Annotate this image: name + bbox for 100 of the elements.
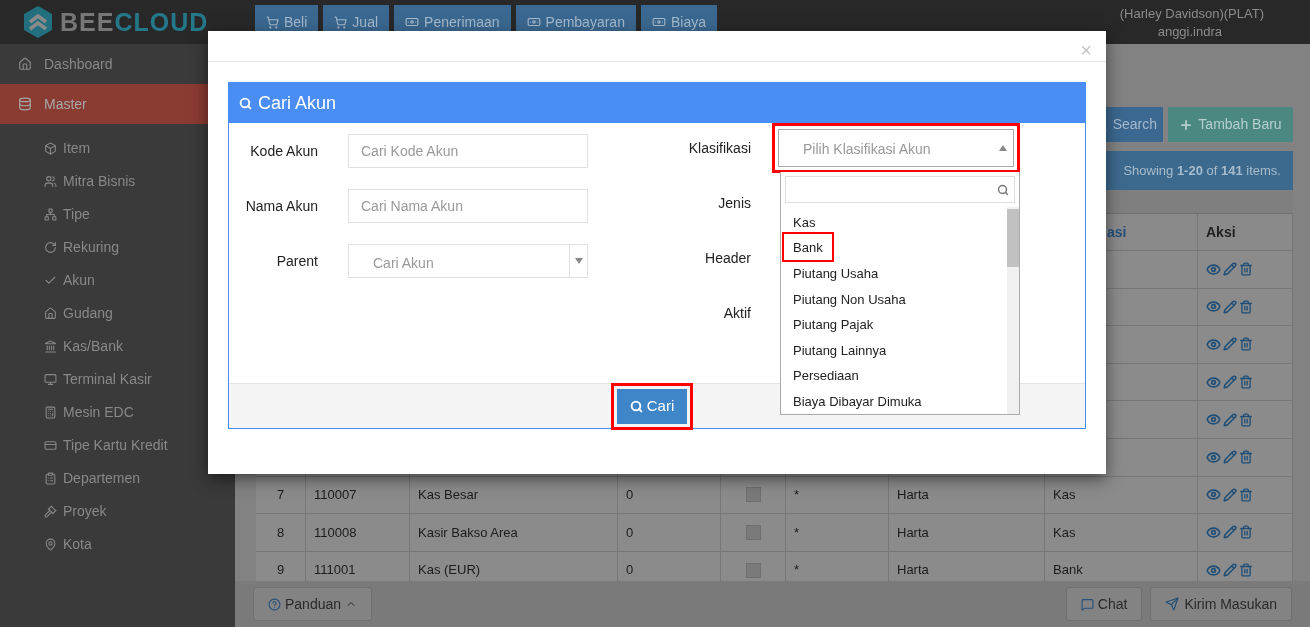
- dropdown-option[interactable]: Biaya Dibayar Dimuka: [793, 393, 922, 409]
- add-button[interactable]: Tambah Baru: [1168, 107, 1293, 142]
- table-cell-text: *: [794, 523, 800, 542]
- edit-icon[interactable]: [1223, 487, 1237, 502]
- search-icon: [629, 399, 643, 413]
- search-submit-button[interactable]: Cari: [617, 388, 687, 424]
- view-icon[interactable]: [1206, 299, 1221, 315]
- feedback-button[interactable]: Kirim Masukan: [1150, 587, 1292, 621]
- search-icon: [997, 183, 1009, 196]
- scrollbar[interactable]: [1007, 207, 1019, 414]
- logo-wordmark: BEECLOUD: [60, 9, 209, 35]
- sidebar-subitem[interactable]: Tipe Kartu Kredit: [0, 429, 235, 462]
- credit-card-icon: [44, 439, 57, 452]
- delete-icon[interactable]: [1239, 262, 1253, 277]
- sidebar-subitem[interactable]: Mitra Bisnis: [0, 165, 235, 198]
- dropdown-option[interactable]: Piutang Lainnya: [793, 342, 887, 358]
- sidebar-subitem[interactable]: Proyek: [0, 495, 235, 528]
- sidebar-subitem[interactable]: Item: [0, 132, 235, 165]
- sidebar-subitem[interactable]: Rekuring: [0, 231, 235, 264]
- edit-icon[interactable]: [1223, 525, 1237, 540]
- select-field[interactable]: Cari Akun: [348, 244, 588, 278]
- sidebar-subitem[interactable]: Kota: [0, 528, 235, 561]
- edit-icon[interactable]: [1223, 563, 1237, 578]
- sidebar-subitem[interactable]: Departemen: [0, 462, 235, 495]
- dropdown-option[interactable]: Piutang Usaha: [793, 266, 879, 281]
- home-icon: [18, 57, 32, 71]
- user-name: anggi.indra: [1157, 23, 1223, 41]
- cube-icon: [44, 142, 57, 155]
- cart-icon: [266, 15, 279, 29]
- view-icon[interactable]: [1206, 487, 1221, 503]
- panel-title: Cari Akun: [258, 91, 337, 115]
- company-name: (Harley Davidson)(PLAT): [1119, 5, 1264, 23]
- monitor-icon: [44, 373, 57, 386]
- dropdown-option[interactable]: Piutang Pajak: [793, 317, 874, 333]
- close-button[interactable]: ×: [1080, 40, 1092, 60]
- delete-icon[interactable]: [1239, 525, 1253, 540]
- text-field[interactable]: Cari Nama Akun: [348, 189, 588, 223]
- delete-icon[interactable]: [1239, 412, 1253, 427]
- delete-icon[interactable]: [1239, 487, 1253, 502]
- checkbox[interactable]: [745, 487, 761, 503]
- dropdown-option[interactable]: Piutang Non Usaha: [793, 291, 906, 307]
- plus-icon: [1179, 117, 1194, 132]
- cart-icon: [334, 15, 348, 29]
- edit-icon[interactable]: [1223, 412, 1237, 427]
- checkbox[interactable]: [745, 524, 761, 540]
- guide-button[interactable]: Panduan: [253, 587, 373, 621]
- dropdown-option[interactable]: Kas: [793, 214, 816, 230]
- search-icon: [239, 96, 252, 110]
- view-icon[interactable]: [1206, 374, 1221, 390]
- delete-icon[interactable]: [1239, 450, 1253, 465]
- checkbox[interactable]: [745, 562, 761, 578]
- refresh-icon: [44, 241, 57, 254]
- view-icon[interactable]: [1206, 337, 1221, 352]
- view-icon[interactable]: [1206, 524, 1221, 540]
- edit-icon[interactable]: [1223, 337, 1237, 352]
- table-cell-text: 9: [276, 561, 285, 580]
- table-cell-text: 0: [626, 486, 634, 505]
- sidebar-subitem[interactable]: Tipe: [0, 198, 235, 231]
- calculator-icon: [44, 406, 57, 419]
- clipboard-icon: [44, 472, 57, 485]
- dropdown-search-field[interactable]: [785, 176, 1015, 203]
- edit-icon[interactable]: [1223, 299, 1237, 314]
- field-label: Kode Akun: [249, 141, 318, 161]
- money-icon: [526, 15, 541, 29]
- hierarchy-icon: [44, 208, 57, 221]
- logo-icon: [22, 5, 54, 39]
- dropdown-option[interactable]: Persediaan: [793, 368, 859, 384]
- delete-icon[interactable]: [1239, 563, 1253, 578]
- table-cell-text: 7: [276, 486, 285, 505]
- text-field[interactable]: Cari Kode Akun: [348, 134, 588, 168]
- view-icon[interactable]: [1206, 562, 1221, 578]
- help-icon: [268, 597, 281, 611]
- table-cell-text: Harta: [897, 523, 929, 542]
- table-cell-text: Kasir Bakso Area: [418, 523, 518, 542]
- sidebar-subitem[interactable]: Terminal Kasir: [0, 363, 235, 396]
- sidebar-subitem[interactable]: Mesin EDC: [0, 396, 235, 429]
- money-icon: [651, 15, 666, 29]
- edit-icon[interactable]: [1223, 450, 1237, 465]
- edit-icon[interactable]: [1223, 375, 1237, 390]
- table-cell-text: Kas Besar: [418, 486, 478, 505]
- view-icon[interactable]: [1206, 412, 1221, 428]
- view-icon[interactable]: [1206, 449, 1221, 465]
- sidebar-subitem[interactable]: Kas/Bank: [0, 330, 235, 363]
- delete-icon[interactable]: [1239, 337, 1253, 352]
- table-cell-text: 0: [626, 561, 634, 580]
- select-field[interactable]: Pilih Klasifikasi Akun: [778, 129, 1014, 167]
- sidebar-subitem[interactable]: Gudang: [0, 297, 235, 330]
- sidebar-subitem[interactable]: Akun: [0, 264, 235, 297]
- dropdown-option[interactable]: Bank: [793, 240, 823, 256]
- map-pin-icon: [44, 538, 57, 551]
- view-icon[interactable]: [1206, 261, 1221, 277]
- delete-icon[interactable]: [1239, 299, 1253, 314]
- table-cell-text: *: [794, 486, 800, 505]
- house-icon: [44, 307, 57, 320]
- delete-icon[interactable]: [1239, 375, 1253, 390]
- field-label: Header: [704, 248, 751, 268]
- edit-icon[interactable]: [1223, 262, 1237, 277]
- chat-button[interactable]: Chat: [1065, 587, 1143, 621]
- check-icon: [44, 274, 57, 287]
- field-label: Aktif: [722, 303, 751, 323]
